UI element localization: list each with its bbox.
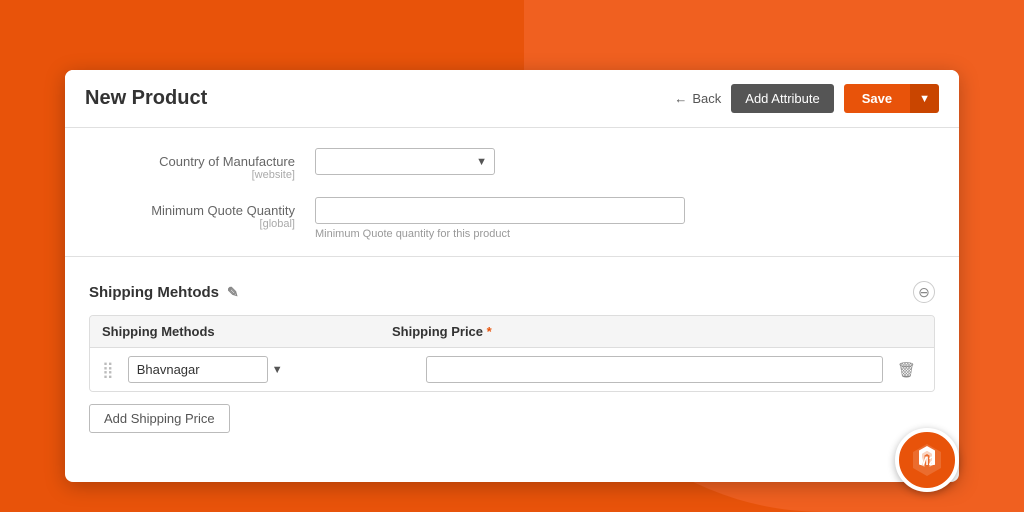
- shipping-section-title: Shipping Mehtods ✎: [89, 284, 239, 301]
- magento-logo-svg: M2: [908, 441, 946, 479]
- minimum-quote-input[interactable]: [315, 197, 685, 224]
- shipping-method-select[interactable]: Bhavnagar: [128, 356, 268, 383]
- delete-shipping-row-button[interactable]: 🗑: [891, 359, 922, 381]
- country-select-wrap: ▼: [315, 148, 495, 175]
- add-attribute-button[interactable]: Add Attribute: [731, 84, 833, 113]
- shipping-table-row: ⣿ Bhavnagar ▼ 🗑: [90, 348, 934, 391]
- card-header: New Product ← Back Add Attribute Save ▼: [65, 70, 959, 128]
- shipping-price-col-header: Shipping Price *: [392, 324, 922, 339]
- magento-logo-badge: M2: [895, 428, 959, 492]
- minimum-quote-label: Minimum Quote Quantity [global]: [95, 197, 315, 230]
- collapse-icon[interactable]: ⊖: [913, 281, 935, 303]
- shipping-table-header: Shipping Methods Shipping Price *: [90, 316, 934, 348]
- card-body: Country of Manufacture [website] ▼ Minim…: [65, 128, 959, 482]
- minimum-quote-hint: Minimum Quote quantity for this product: [315, 228, 929, 240]
- shipping-method-select-wrap: Bhavnagar ▼: [128, 356, 418, 383]
- svg-text:M2: M2: [919, 454, 936, 468]
- back-arrow-icon: ←: [674, 91, 687, 106]
- minimum-quote-scope: [global]: [95, 218, 295, 230]
- minimum-quote-row: Minimum Quote Quantity [global] Minimum …: [65, 197, 959, 240]
- shipping-section-header: Shipping Mehtods ✎ ⊖: [65, 273, 959, 315]
- header-actions: ← Back Add Attribute Save ▼: [674, 84, 939, 113]
- required-star: *: [487, 324, 492, 339]
- shipping-price-input[interactable]: [426, 356, 883, 383]
- minimum-quote-field: Minimum Quote quantity for this product: [315, 197, 929, 240]
- delete-icon: 🗑: [897, 362, 916, 379]
- shipping-method-arrow-icon: ▼: [272, 364, 283, 376]
- save-dropdown-button[interactable]: ▼: [910, 84, 939, 113]
- save-button[interactable]: Save: [844, 84, 910, 113]
- back-label: Back: [692, 91, 721, 106]
- edit-icon[interactable]: ✎: [227, 284, 239, 301]
- shipping-table: Shipping Methods Shipping Price * ⣿ Bhav…: [89, 315, 935, 392]
- back-link[interactable]: ← Back: [674, 91, 721, 106]
- shipping-title-text: Shipping Mehtods: [89, 284, 219, 301]
- country-manufacture-label: Country of Manufacture [website]: [95, 148, 315, 181]
- country-manufacture-select[interactable]: [315, 148, 495, 175]
- section-divider: [65, 256, 959, 257]
- country-manufacture-field: ▼: [315, 148, 929, 175]
- product-card: New Product ← Back Add Attribute Save ▼ …: [65, 70, 959, 482]
- country-manufacture-row: Country of Manufacture [website] ▼: [65, 148, 959, 181]
- shipping-methods-col-header: Shipping Methods: [102, 324, 392, 339]
- country-scope: [website]: [95, 169, 295, 181]
- save-caret-icon: ▼: [919, 93, 930, 105]
- drag-handle-icon[interactable]: ⣿: [102, 360, 114, 380]
- add-shipping-price-button[interactable]: Add Shipping Price: [89, 404, 230, 433]
- page-title: New Product: [85, 87, 207, 110]
- save-button-group: Save ▼: [844, 84, 939, 113]
